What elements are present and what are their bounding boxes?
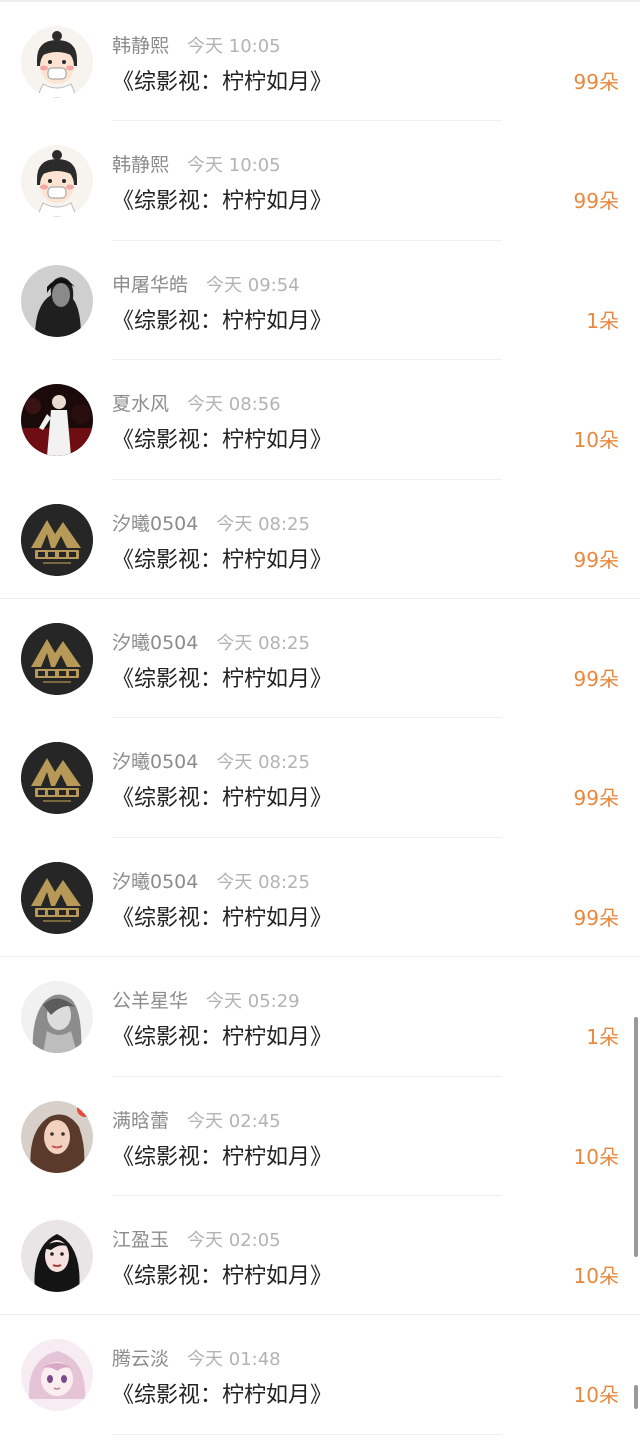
flower-amount: 99朵 (573, 666, 619, 691)
item-meta: 夏水风 今天 08:56 (112, 389, 281, 415)
flower-amount: 1朵 (586, 308, 619, 333)
gift-list-item[interactable]: 腾云淡 今天 01:48 《综影视：柠柠如月》 10朵 (0, 1315, 640, 1435)
gift-list-item[interactable]: 申屠华皓 今天 09:54 《综影视：柠柠如月》 1朵 (0, 241, 640, 361)
avatar[interactable] (21, 861, 93, 934)
book-title[interactable]: 《综影视：柠柠如月》 (112, 303, 332, 335)
avatar[interactable] (21, 742, 93, 815)
timestamp: 今天 08:25 (216, 871, 310, 893)
item-meta: 汐曦0504 今天 08:25 (112, 747, 310, 773)
avatar[interactable] (21, 1219, 93, 1292)
book-title[interactable]: 《综影视：柠柠如月》 (112, 1377, 332, 1409)
item-meta: 韩静熙 今天 10:05 (112, 150, 281, 176)
book-title[interactable]: 《综影视：柠柠如月》 (112, 422, 332, 454)
avatar[interactable] (21, 1339, 93, 1412)
scrollbar[interactable] (634, 1017, 638, 1257)
scrollbar-end-marker (634, 1385, 638, 1409)
timestamp: 今天 09:54 (206, 274, 300, 296)
timestamp: 今天 05:29 (206, 991, 300, 1013)
flower-amount: 1朵 (586, 1025, 619, 1050)
avatar[interactable] (21, 981, 93, 1054)
flower-amount: 99朵 (573, 547, 619, 572)
flower-amount: 99朵 (573, 70, 619, 94)
book-title[interactable]: 《综影视：柠柠如月》 (112, 661, 332, 693)
timestamp: 今天 01:48 (187, 1349, 281, 1371)
book-title[interactable]: 《综影视：柠柠如月》 (112, 542, 332, 574)
book-title[interactable]: 《综影视：柠柠如月》 (112, 183, 332, 215)
item-meta: 腾云淡 今天 01:48 (112, 1344, 281, 1370)
avatar[interactable] (21, 622, 93, 695)
user-name[interactable]: 汐曦0504 (112, 632, 198, 654)
gift-list-item[interactable]: 韩静熙 今天 10:05 《综影视：柠柠如月》 99朵 (0, 2, 640, 122)
svg-text:1: 1 (82, 1103, 89, 1116)
book-title[interactable]: 《综影视：柠柠如月》 (112, 64, 332, 96)
gift-list-item[interactable]: 1 满晗蕾 今天 02:45 《综影视：柠柠如月》 10朵 (0, 1077, 640, 1196)
timestamp: 今天 10:05 (187, 155, 281, 177)
item-meta: 汐曦0504 今天 08:25 (112, 628, 310, 654)
avatar[interactable] (21, 384, 93, 457)
timestamp: 今天 08:56 (187, 394, 281, 416)
user-name[interactable]: 满晗蕾 (112, 1110, 169, 1132)
item-meta: 公羊星华 今天 05:29 (112, 986, 300, 1012)
book-title[interactable]: 《综影视：柠柠如月》 (112, 1258, 332, 1290)
flower-amount: 99朵 (573, 189, 619, 214)
avatar[interactable] (21, 26, 93, 98)
user-name[interactable]: 公羊星华 (112, 990, 188, 1012)
item-meta: 满晗蕾 今天 02:45 (112, 1106, 281, 1132)
timestamp: 今天 08:25 (216, 632, 310, 654)
gift-list-item[interactable]: 汐曦0504 今天 08:25 《综影视：柠柠如月》 99朵 (0, 718, 640, 838)
item-meta: 汐曦0504 今天 08:25 (112, 867, 310, 893)
user-name[interactable]: 韩静熙 (112, 154, 169, 176)
timestamp: 今天 02:05 (187, 1229, 281, 1251)
user-name[interactable]: 汐曦0504 (112, 513, 198, 535)
item-meta: 韩静熙 今天 10:05 (112, 31, 281, 57)
timestamp: 今天 10:05 (187, 36, 281, 57)
gift-list-item[interactable]: 汐曦0504 今天 08:25 《综影视：柠柠如月》 99朵 (0, 599, 640, 719)
gift-list-item[interactable]: 汐曦0504 今天 08:25 《综影视：柠柠如月》 99朵 (0, 838, 640, 958)
user-name[interactable]: 夏水风 (112, 393, 169, 415)
user-name[interactable]: 韩静熙 (112, 35, 169, 57)
avatar[interactable] (21, 503, 93, 576)
book-title[interactable]: 《综影视：柠柠如月》 (112, 780, 332, 812)
flower-amount: 99朵 (573, 905, 619, 930)
avatar[interactable] (21, 145, 93, 218)
flower-amount: 10朵 (573, 1263, 619, 1288)
user-name[interactable]: 江盈玉 (112, 1229, 169, 1251)
user-name[interactable]: 汐曦0504 (112, 871, 198, 893)
gift-list-item[interactable]: 汐曦0504 今天 08:25 《综影视：柠柠如月》 99朵 (0, 480, 640, 599)
item-meta: 汐曦0504 今天 08:25 (112, 509, 310, 535)
user-name[interactable]: 申屠华皓 (112, 274, 188, 296)
avatar[interactable]: 1 (21, 1100, 93, 1173)
flower-amount: 10朵 (573, 1144, 619, 1169)
gift-list: 韩静熙 今天 10:05 《综影视：柠柠如月》 99朵 韩静熙 今天 10:05 《综影视：… (0, 2, 640, 1435)
gift-list-item[interactable]: 韩静熙 今天 10:05 《综影视：柠柠如月》 99朵 (0, 121, 640, 241)
gift-list-item[interactable]: 江盈玉 今天 02:05 《综影视：柠柠如月》 10朵 (0, 1196, 640, 1316)
gift-list-item[interactable]: 公羊星华 今天 05:29 《综影视：柠柠如月》 1朵 (0, 957, 640, 1077)
user-name[interactable]: 腾云淡 (112, 1348, 169, 1370)
flower-amount: 10朵 (573, 1383, 619, 1408)
item-meta: 江盈玉 今天 02:05 (112, 1225, 281, 1251)
user-name[interactable]: 汐曦0504 (112, 751, 198, 773)
book-title[interactable]: 《综影视：柠柠如月》 (112, 1139, 332, 1171)
book-title[interactable]: 《综影视：柠柠如月》 (112, 900, 332, 932)
timestamp: 今天 08:25 (216, 752, 310, 774)
row-divider (112, 1433, 502, 1435)
timestamp: 今天 08:25 (216, 513, 310, 535)
item-meta: 申屠华皓 今天 09:54 (112, 270, 300, 296)
timestamp: 今天 02:45 (187, 1110, 281, 1132)
avatar[interactable] (21, 264, 93, 337)
book-title[interactable]: 《综影视：柠柠如月》 (112, 1019, 332, 1051)
gift-list-item[interactable]: 夏水风 今天 08:56 《综影视：柠柠如月》 10朵 (0, 360, 640, 480)
flower-amount: 10朵 (573, 428, 619, 453)
flower-amount: 99朵 (573, 786, 619, 811)
